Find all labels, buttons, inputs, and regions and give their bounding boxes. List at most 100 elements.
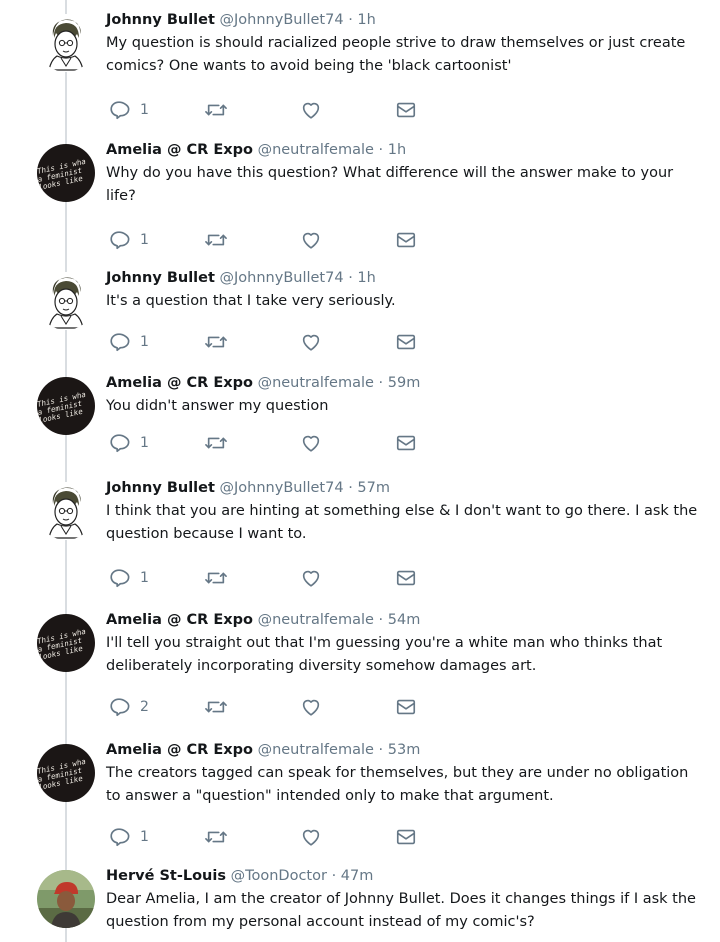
- reply-count: 1: [140, 435, 149, 451]
- retweet-icon: [204, 99, 228, 121]
- direct-message-icon: [395, 826, 417, 848]
- like-button[interactable]: [300, 228, 322, 252]
- direct-message-button[interactable]: [395, 228, 417, 252]
- direct-message-button[interactable]: [395, 825, 417, 849]
- author-handle[interactable]: @JohnnyBullet74: [220, 12, 344, 28]
- reply-button[interactable]: 1: [108, 431, 149, 455]
- reply-button[interactable]: 1: [108, 566, 149, 590]
- tweet-header: Johnny Bullet @JohnnyBullet74 · 57m: [106, 478, 706, 498]
- tweet-content: Johnny Bullet @JohnnyBullet74 · 57m I thi…: [106, 478, 706, 546]
- toondoctor-avatar[interactable]: [37, 870, 95, 928]
- retweet-button[interactable]: [204, 228, 228, 252]
- reply-icon: [108, 567, 130, 589]
- author-handle[interactable]: @JohnnyBullet74: [220, 270, 344, 286]
- tweet-text: You didn't answer my question: [106, 398, 329, 414]
- like-icon: [300, 229, 322, 251]
- tweet-actions: 1: [108, 825, 428, 849]
- tweet-content: Johnny Bullet @JohnnyBullet74 · 1h My que…: [106, 10, 706, 78]
- author-name[interactable]: Amelia @ CR Expo: [106, 612, 253, 628]
- tweet-timestamp[interactable]: · 1h: [348, 12, 376, 28]
- retweet-button[interactable]: [204, 431, 228, 455]
- tweet-timestamp[interactable]: · 53m: [379, 742, 421, 758]
- author-name[interactable]: Johnny Bullet: [106, 270, 215, 286]
- direct-message-button[interactable]: [395, 695, 417, 719]
- reply-button[interactable]: 1: [108, 98, 149, 122]
- tweet-timestamp[interactable]: · 59m: [379, 375, 421, 391]
- johnny-bullet-avatar[interactable]: [37, 272, 95, 330]
- tweet-content: Amelia @ CR Expo @neutralfemale · 59m You…: [106, 373, 706, 418]
- retweet-button[interactable]: [204, 695, 228, 719]
- reply-count: 1: [140, 232, 149, 248]
- author-name[interactable]: Hervé St-Louis: [106, 868, 226, 884]
- feminist-avatar[interactable]: This is wha a feminist looks like: [37, 144, 95, 202]
- johnny-bullet-avatar[interactable]: [37, 482, 95, 540]
- retweet-icon: [204, 432, 228, 454]
- tweet-header: Amelia @ CR Expo @neutralfemale · 59m: [106, 373, 706, 393]
- tweet-timestamp[interactable]: · 1h: [348, 270, 376, 286]
- feminist-avatar[interactable]: This is wha a feminist looks like: [37, 377, 95, 435]
- reply-button[interactable]: 1: [108, 825, 149, 849]
- retweet-button[interactable]: [204, 566, 228, 590]
- author-name[interactable]: Amelia @ CR Expo: [106, 742, 253, 758]
- tweet-actions: 1: [108, 98, 428, 122]
- reply-button[interactable]: 1: [108, 228, 149, 252]
- author-handle[interactable]: @neutralfemale: [258, 612, 374, 628]
- reply-icon: [108, 826, 130, 848]
- direct-message-icon: [395, 432, 417, 454]
- direct-message-button[interactable]: [395, 330, 417, 354]
- retweet-button[interactable]: [204, 825, 228, 849]
- tweet-timestamp[interactable]: · 47m: [332, 868, 374, 884]
- tweet-timestamp[interactable]: · 57m: [348, 480, 390, 496]
- tweet-actions: 1: [108, 566, 428, 590]
- like-button[interactable]: [300, 98, 322, 122]
- like-icon: [300, 826, 322, 848]
- retweet-icon: [204, 567, 228, 589]
- retweet-icon: [204, 331, 228, 353]
- tweet-timestamp[interactable]: · 54m: [379, 612, 421, 628]
- direct-message-icon: [395, 229, 417, 251]
- retweet-icon: [204, 826, 228, 848]
- direct-message-button[interactable]: [395, 98, 417, 122]
- retweet-button[interactable]: [204, 98, 228, 122]
- tweet-header: Hervé St-Louis @ToonDoctor · 47m: [106, 866, 706, 886]
- tweet-timestamp[interactable]: · 1h: [379, 142, 407, 158]
- like-button[interactable]: [300, 695, 322, 719]
- author-handle[interactable]: @neutralfemale: [258, 375, 374, 391]
- johnny-bullet-avatar[interactable]: [37, 14, 95, 72]
- like-button[interactable]: [300, 330, 322, 354]
- author-handle[interactable]: @neutralfemale: [258, 142, 374, 158]
- tweet-text: It's a question that I take very serious…: [106, 293, 396, 309]
- tweet-text: I'll tell you straight out that I'm gues…: [106, 635, 663, 674]
- author-name[interactable]: Johnny Bullet: [106, 480, 215, 496]
- tweet-header: Amelia @ CR Expo @neutralfemale · 1h: [106, 140, 706, 160]
- direct-message-button[interactable]: [395, 431, 417, 455]
- author-name[interactable]: Amelia @ CR Expo: [106, 375, 253, 391]
- author-name[interactable]: Johnny Bullet: [106, 12, 215, 28]
- tweet-content: Hervé St-Louis @ToonDoctor · 47m Dear Ame…: [106, 866, 706, 934]
- reply-count: 1: [140, 334, 149, 350]
- reply-button[interactable]: 2: [108, 695, 149, 719]
- tweet-actions: 1: [108, 431, 428, 455]
- author-handle[interactable]: @JohnnyBullet74: [220, 480, 344, 496]
- author-handle[interactable]: @ToonDoctor: [231, 868, 327, 884]
- like-icon: [300, 432, 322, 454]
- like-button[interactable]: [300, 825, 322, 849]
- tweet-actions: 1: [108, 228, 428, 252]
- tweet-actions: 1: [108, 330, 428, 354]
- reply-icon: [108, 99, 130, 121]
- author-name[interactable]: Amelia @ CR Expo: [106, 142, 253, 158]
- direct-message-icon: [395, 99, 417, 121]
- author-handle[interactable]: @neutralfemale: [258, 742, 374, 758]
- like-button[interactable]: [300, 431, 322, 455]
- tweet-header: Amelia @ CR Expo @neutralfemale · 53m: [106, 740, 706, 760]
- feminist-avatar[interactable]: This is wha a feminist looks like: [37, 614, 95, 672]
- like-button[interactable]: [300, 566, 322, 590]
- direct-message-button[interactable]: [395, 566, 417, 590]
- tweet-content: Amelia @ CR Expo @neutralfemale · 1h Why …: [106, 140, 706, 208]
- retweet-icon: [204, 229, 228, 251]
- reply-count: 1: [140, 829, 149, 845]
- reply-button[interactable]: 1: [108, 330, 149, 354]
- feminist-avatar[interactable]: This is wha a feminist looks like: [37, 744, 95, 802]
- retweet-button[interactable]: [204, 330, 228, 354]
- tweet-text: Why do you have this question? What diff…: [106, 165, 674, 204]
